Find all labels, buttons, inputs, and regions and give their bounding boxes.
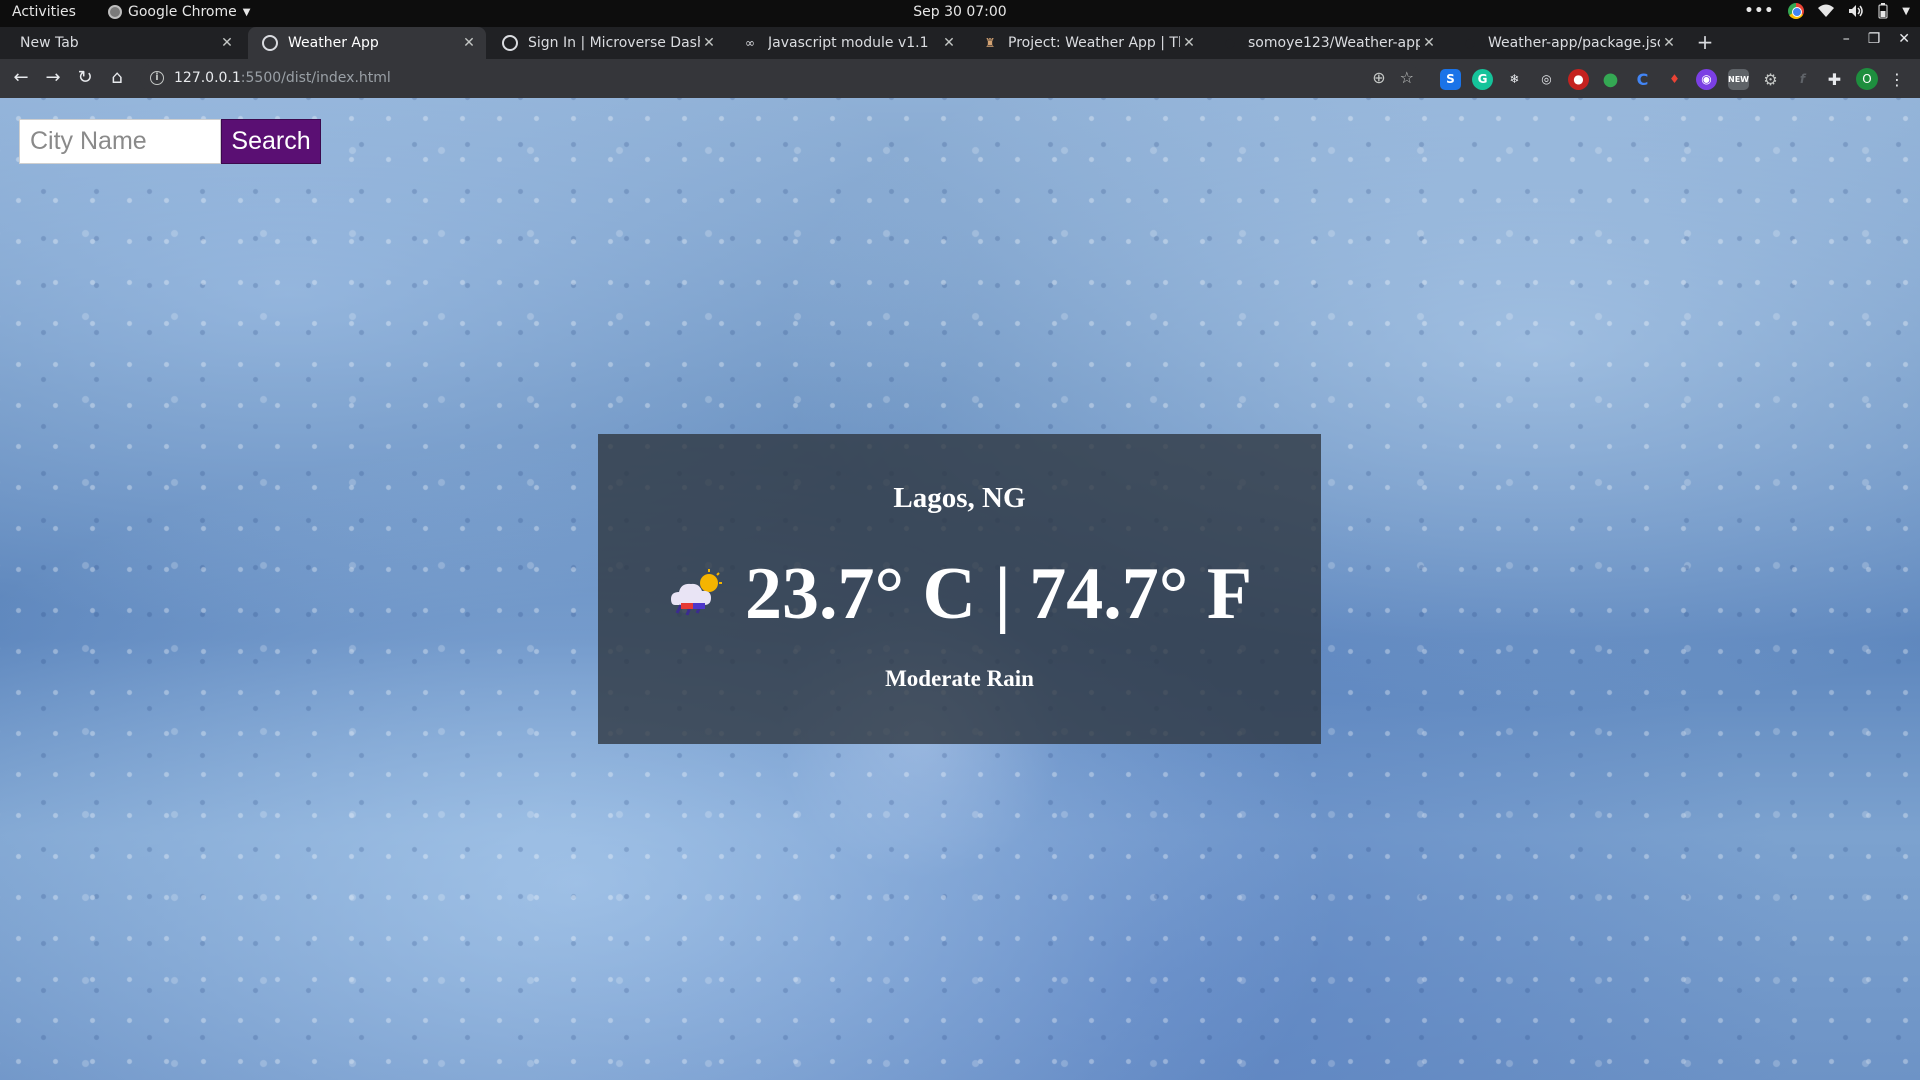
close-icon[interactable]: ✕ (218, 35, 236, 51)
tab-title: New Tab (20, 35, 79, 51)
restore-icon[interactable]: ❐ (1868, 31, 1881, 47)
system-tray[interactable]: ••• ▼ (1744, 3, 1910, 19)
tab-weather-app[interactable]: Weather App ✕ (248, 27, 486, 59)
home-icon[interactable]: ⌂ (105, 67, 129, 91)
close-icon[interactable]: ✕ (460, 35, 478, 51)
green-dot-extension-icon[interactable]: ● (1600, 69, 1621, 90)
tab-github-repo[interactable]: ● somoye123/Weather-app ✕ (1208, 27, 1446, 59)
github-icon: ● (1224, 36, 1236, 50)
location-icon[interactable]: ⊕ (1372, 68, 1385, 87)
address-bar[interactable]: i 127.0.0.1:5500/dist/index.html ⊕ ☆ (140, 63, 1420, 93)
system-top-bar: Activities Google Chrome ▼ Sep 30 07:00 … (0, 0, 1920, 27)
system-menu-caret-icon[interactable]: ▼ (1902, 6, 1910, 17)
stylebot-extension-icon[interactable]: S (1440, 68, 1461, 90)
purple-extension-icon[interactable]: ◉ (1696, 68, 1717, 90)
tab-title: somoye123/Weather-app (1248, 35, 1420, 51)
info-icon[interactable]: i (150, 71, 164, 85)
tab-strip: New Tab ✕ Weather App ✕ Sign In | Microv… (0, 27, 1920, 59)
github-icon: ● (1464, 36, 1476, 50)
url-text[interactable]: 127.0.0.1:5500/dist/index.html (174, 70, 391, 86)
tab-title: Sign In | Microverse Dashboard (528, 35, 700, 51)
chrome-app-icon (108, 5, 122, 19)
new-extension-icon[interactable]: NEW (1728, 68, 1749, 90)
minimize-icon[interactable]: – (1843, 31, 1850, 47)
battery-icon (1878, 3, 1888, 19)
tab-javascript-module[interactable]: ∞ Javascript module v1.1 ✕ (728, 27, 966, 59)
odin-logo-icon: ♜ (984, 36, 996, 50)
reload-icon[interactable]: ↻ (73, 67, 97, 91)
url-host: 127.0.0.1 (174, 70, 241, 86)
search-button[interactable]: Search (221, 119, 321, 164)
weather-condition: Moderate Rain (885, 666, 1034, 691)
tab-title: Weather-app/package.json (1488, 35, 1660, 51)
forward-arrow-icon[interactable]: → (41, 67, 65, 91)
globe-icon (262, 35, 278, 51)
wifi-icon (1818, 4, 1835, 17)
page-viewport: Search Lagos, NG 23.7° C | 74.7° F Moder… (0, 98, 1920, 1080)
profile-avatar[interactable]: O (1856, 68, 1878, 90)
app-menu-label: Google Chrome (128, 4, 237, 20)
grammarly-extension-icon[interactable]: G (1472, 68, 1493, 90)
c-extension-icon[interactable]: C (1632, 69, 1653, 90)
clock[interactable]: Sep 30 07:00 (913, 4, 1006, 20)
tab-new-tab[interactable]: New Tab ✕ (6, 27, 244, 59)
globe-icon (502, 35, 518, 51)
target-extension-icon[interactable]: ◎ (1536, 69, 1557, 90)
extensions-bar: S G ❄ ◎ ● ● C ♦ ◉ NEW ⚙ f ✚ O ⋮ (1440, 68, 1905, 90)
tab-microverse-dashboard[interactable]: Sign In | Microverse Dashboard ✕ (488, 27, 726, 59)
activities-button[interactable]: Activities (12, 4, 76, 20)
city-name-input[interactable] (19, 119, 221, 164)
volume-icon (1849, 5, 1864, 17)
gear-icon[interactable]: ⚙ (1760, 69, 1781, 90)
temperature-row: 23.7° C | 74.7° F (598, 552, 1321, 637)
browser-toolbar: ← → ↻ ⌂ i 127.0.0.1:5500/dist/index.html… (0, 59, 1920, 98)
red-extension-icon[interactable]: ● (1568, 68, 1589, 90)
temperature-value: 23.7° C | 74.7° F (744, 553, 1253, 635)
chrome-tray-icon[interactable] (1788, 3, 1805, 19)
puzzle-extensions-icon[interactable]: ✚ (1824, 69, 1845, 90)
tab-title: Weather App (288, 35, 379, 51)
snowflake-extension-icon[interactable]: ❄ (1504, 69, 1525, 90)
window-controls: – ❐ ✕ (1843, 31, 1910, 47)
tab-title: Project: Weather App | The Odin Project (1008, 35, 1180, 51)
chrome-menu-icon[interactable]: ⋮ (1889, 70, 1905, 89)
weather-card: Lagos, NG 23.7° C | 74.7° F Moderate Rai… (598, 434, 1321, 744)
overflow-dots-icon[interactable]: ••• (1744, 3, 1774, 19)
app-menu[interactable]: Google Chrome ▼ (108, 4, 250, 20)
search-form: Search (19, 119, 321, 164)
close-icon[interactable]: ✕ (700, 35, 718, 51)
tab-package-json[interactable]: ● Weather-app/package.json ✕ (1448, 27, 1686, 59)
close-window-icon[interactable]: ✕ (1898, 31, 1910, 47)
location-label: Lagos, NG (893, 482, 1026, 514)
close-icon[interactable]: ✕ (1180, 35, 1198, 51)
ruby-extension-icon[interactable]: ♦ (1664, 69, 1685, 90)
rain-cloud-sun-icon (670, 568, 722, 616)
clock-container: Sep 30 07:00 (0, 4, 1920, 20)
tab-odin-project[interactable]: ♜ Project: Weather App | The Odin Projec… (968, 27, 1206, 59)
tab-title: Javascript module v1.1 (768, 35, 929, 51)
close-icon[interactable]: ✕ (1660, 35, 1678, 51)
back-arrow-icon[interactable]: ← (9, 67, 33, 91)
infinity-icon: ∞ (745, 36, 755, 50)
function-extension-icon[interactable]: f (1792, 69, 1813, 90)
bookmark-star-icon[interactable]: ☆ (1400, 68, 1414, 87)
new-tab-button[interactable]: + (1692, 30, 1718, 56)
close-icon[interactable]: ✕ (940, 35, 958, 51)
caret-down-icon: ▼ (242, 6, 251, 18)
url-path: :5500/dist/index.html (240, 70, 391, 86)
close-icon[interactable]: ✕ (1420, 35, 1438, 51)
